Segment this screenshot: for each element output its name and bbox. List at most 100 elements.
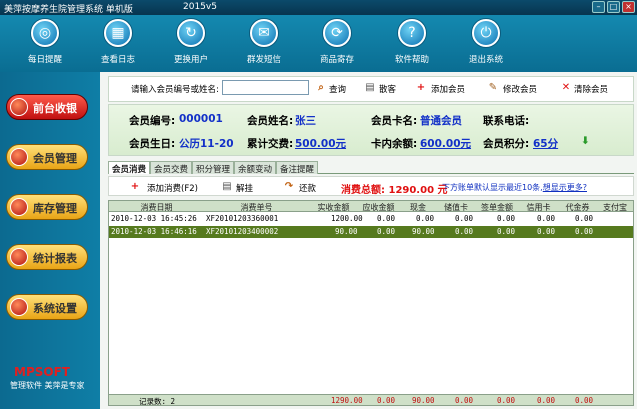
minimize-button[interactable]: – <box>592 1 605 13</box>
history-hint-text: 下方账单默认显示最近10条, <box>442 183 543 192</box>
sidebar-item-label: 统计报表 <box>33 252 77 265</box>
tab-points[interactable]: 积分管理 <box>192 161 234 175</box>
repay-button[interactable]: 还款 <box>299 182 316 194</box>
nav-bullet-icon <box>10 148 28 166</box>
table-footer: 记录数: 2 1290.00 0.00 90.00 0.00 0.00 0.00… <box>109 394 633 406</box>
column-header: 代金券 <box>565 203 590 212</box>
table-header: 消费日期 消费单号 实收金额 应收金额 现金 储值卡 签单金额 信用卡 代金券 … <box>109 201 633 212</box>
document-icon: ▤ <box>365 82 375 93</box>
show-more-link[interactable]: 想显示更多? <box>543 183 587 192</box>
scatter-guest-button[interactable]: 散客 <box>379 83 396 95</box>
cell-due: 0.00 <box>377 214 396 223</box>
table-row[interactable]: 2010-12-03 16:46:16 XF20101203400002 90.… <box>109 226 633 238</box>
cell-cash: 90.00 <box>412 227 435 236</box>
toolbar-exit[interactable]: ⏻ 退出系统 <box>458 17 514 69</box>
sum-sign: 0.00 <box>497 396 516 405</box>
toolbar-goods-storage[interactable]: ⟳ 商品寄存 <box>309 17 365 69</box>
refresh-user-icon: ↻ <box>177 19 205 47</box>
member-phone-label: 联系电话: <box>483 115 530 127</box>
member-tabs: 会员消费 会员交费 积分管理 余额变动 备注提醒 <box>108 160 634 175</box>
toolbar-label: 商品寄存 <box>319 55 354 65</box>
sum-credit: 0.00 <box>537 396 556 405</box>
toolbar-bulk-sms[interactable]: ✉ 群发短信 <box>236 17 292 69</box>
cell-credit: 0.00 <box>537 214 556 223</box>
toolbar-change-user[interactable]: ↻ 更换用户 <box>163 17 219 69</box>
arrow-down-icon[interactable]: ⬇ <box>581 135 590 147</box>
nav-bullet-icon <box>10 98 28 116</box>
tab-balance-change[interactable]: 余额变动 <box>234 161 276 175</box>
cell-due: 0.00 <box>377 227 396 236</box>
window-title: 美萍按摩养生院管理系统 单机版 <box>4 5 133 15</box>
cell-date: 2010-12-03 16:46:16 <box>111 227 197 236</box>
member-birthday-value: 公历11-20 <box>179 138 234 150</box>
member-actionbar: 请输入会员编号或姓名: ⌕ 查询 ▤ 散客 + 添加会员 ✎ 修改会员 ✕ 清除… <box>108 76 634 102</box>
column-header: 签单金额 <box>481 203 513 212</box>
member-card-label: 会员卡名: <box>371 115 418 127</box>
member-points-label: 会员积分: <box>483 138 530 150</box>
toolbar-label: 软件帮助 <box>394 55 429 65</box>
lifebuoy-icon: ◎ <box>31 19 59 47</box>
toolbar-label: 每日提醒 <box>27 55 62 65</box>
toolbar-daily-reminder[interactable]: ◎ 每日提醒 <box>17 17 73 69</box>
member-balance-value[interactable]: 600.00元 <box>420 136 471 151</box>
consumption-total: 消费总额: 1290.00 元 <box>341 185 448 196</box>
member-points-value[interactable]: 65分 <box>533 136 558 151</box>
toolbar: ◎ 每日提醒 ▦ 查看日志 ↻ 更换用户 ✉ 群发短信 ⟳ 商品寄存 ? 软件帮… <box>0 15 637 72</box>
cell-received: 90.00 <box>335 227 358 236</box>
member-id-label: 会员编号: <box>129 115 176 127</box>
toolbar-label: 更换用户 <box>173 55 208 65</box>
sidebar-item-settings[interactable]: 系统设置 <box>6 294 88 320</box>
toolbar-label: 查看日志 <box>100 55 135 65</box>
clear-member-button[interactable]: 清除会员 <box>574 83 608 95</box>
sidebar-item-label: 会员管理 <box>33 152 77 165</box>
delete-icon: ✕ <box>561 82 571 93</box>
column-header: 储值卡 <box>444 203 468 212</box>
sidebar-item-reports[interactable]: 统计报表 <box>6 244 88 270</box>
add-consumption-button[interactable]: 添加消费(F2) <box>147 182 198 194</box>
nav-bullet-icon <box>10 248 28 266</box>
member-birthday-label: 会员生日: <box>129 138 176 150</box>
unhang-button[interactable]: 解挂 <box>236 182 253 194</box>
sidebar-item-inventory[interactable]: 库存管理 <box>6 194 88 220</box>
history-hint: 下方账单默认显示最近10条,想显示更多? <box>442 182 587 193</box>
consumption-table: 消费日期 消费单号 实收金额 应收金额 现金 储值卡 签单金额 信用卡 代金券 … <box>108 200 634 406</box>
toolbar-help[interactable]: ? 软件帮助 <box>384 17 440 69</box>
toolbar-view-log[interactable]: ▦ 查看日志 <box>90 17 146 69</box>
search-label: 请输入会员编号或姓名: <box>131 85 219 95</box>
member-spent-label: 累计交费: <box>247 138 294 150</box>
maximize-button[interactable]: □ <box>607 1 620 13</box>
column-header: 消费日期 <box>140 203 173 212</box>
member-search-input[interactable] <box>222 80 309 95</box>
table-row[interactable]: 2010-12-03 16:45:26 XF20101203360001 120… <box>109 213 633 225</box>
member-name-value: 张三 <box>295 115 316 127</box>
cell-cash: 0.00 <box>416 214 435 223</box>
cell-date: 2010-12-03 16:45:26 <box>111 214 197 223</box>
cell-received: 1200.00 <box>331 214 363 223</box>
member-spent-value[interactable]: 500.00元 <box>295 136 346 151</box>
tab-remarks[interactable]: 备注提醒 <box>276 161 318 175</box>
sum-coupon: 0.00 <box>575 396 594 405</box>
add-member-button[interactable]: 添加会员 <box>431 83 465 95</box>
brand-logo: MPSOFT <box>14 365 70 379</box>
cell-order-no: XF20101203400002 <box>206 227 279 236</box>
sidebar-item-front-desk[interactable]: 前台收银 <box>6 94 88 120</box>
cell-credit: 0.00 <box>537 227 556 236</box>
nav-bullet-icon <box>10 298 28 316</box>
toolbar-label: 群发短信 <box>246 55 281 65</box>
edit-member-button[interactable]: 修改会员 <box>503 83 537 95</box>
member-name-label: 会员姓名: <box>247 115 294 127</box>
close-button[interactable]: × <box>622 1 635 13</box>
query-button[interactable]: 查询 <box>329 83 346 95</box>
repay-icon: ↷ <box>284 181 294 192</box>
tab-payment[interactable]: 会员交费 <box>150 161 192 175</box>
tab-consumption[interactable]: 会员消费 <box>108 161 150 175</box>
sidebar-item-members[interactable]: 会员管理 <box>6 144 88 170</box>
sidebar-item-label: 库存管理 <box>33 202 77 215</box>
sidebar: 前台收银 会员管理 库存管理 统计报表 系统设置 <box>0 72 100 409</box>
help-icon: ? <box>398 19 426 47</box>
record-count: 记录数: 2 <box>139 397 176 406</box>
member-balance-label: 卡内余额: <box>371 138 418 150</box>
cell-sign: 0.00 <box>497 227 516 236</box>
sum-cash: 90.00 <box>412 396 435 405</box>
consumption-toolbar: + 添加消费(F2) ▤ 解挂 ↷ 还款 消费总额: 1290.00 元 下方账… <box>108 176 634 196</box>
